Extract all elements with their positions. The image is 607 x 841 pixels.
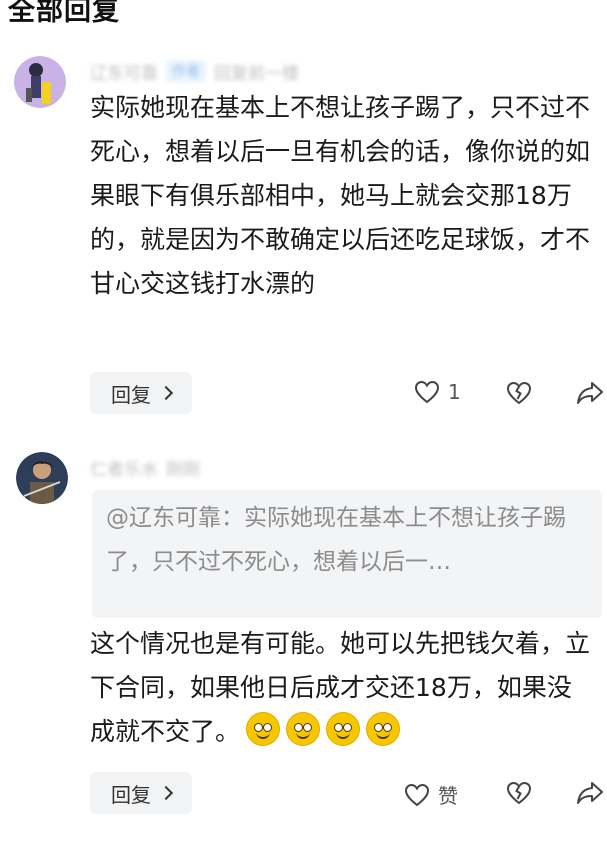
- username-row: 仁者乐水 刚刚: [90, 455, 200, 480]
- comment-2: 仁者乐水 刚刚 @辽东可靠：实际她现在基本上不想让孩子踢了，只不过不死心，想着以…: [0, 0, 607, 841]
- heart-icon: [404, 783, 430, 806]
- reply-label: 回复: [111, 782, 151, 807]
- like-button[interactable]: 赞: [404, 780, 458, 809]
- smile-emoji-icon: [326, 712, 361, 746]
- like-label: 赞: [438, 784, 458, 808]
- smile-emoji-icon: [246, 712, 281, 746]
- chevron-right-icon: [158, 785, 174, 801]
- dislike-button[interactable]: [505, 780, 533, 806]
- broken-heart-icon: [506, 781, 532, 805]
- avatar[interactable]: [16, 452, 68, 504]
- smile-emoji-icon: [286, 712, 321, 746]
- username[interactable]: 仁者乐水: [90, 455, 158, 480]
- reply-button[interactable]: 回复: [90, 772, 192, 814]
- share-icon: [577, 782, 603, 804]
- comment-text[interactable]: 这个情况也是有可能。她可以先把钱欠着，立下合同，如果他日后成才交还18万，如果没…: [90, 622, 595, 754]
- share-button[interactable]: [576, 780, 604, 806]
- quoted-reply[interactable]: @辽东可靠：实际她现在基本上不想让孩子踢了，只不过不死心，想着以后一…: [92, 490, 602, 618]
- comment-meta: 刚刚: [166, 459, 200, 480]
- smile-emoji-icon: [366, 712, 401, 746]
